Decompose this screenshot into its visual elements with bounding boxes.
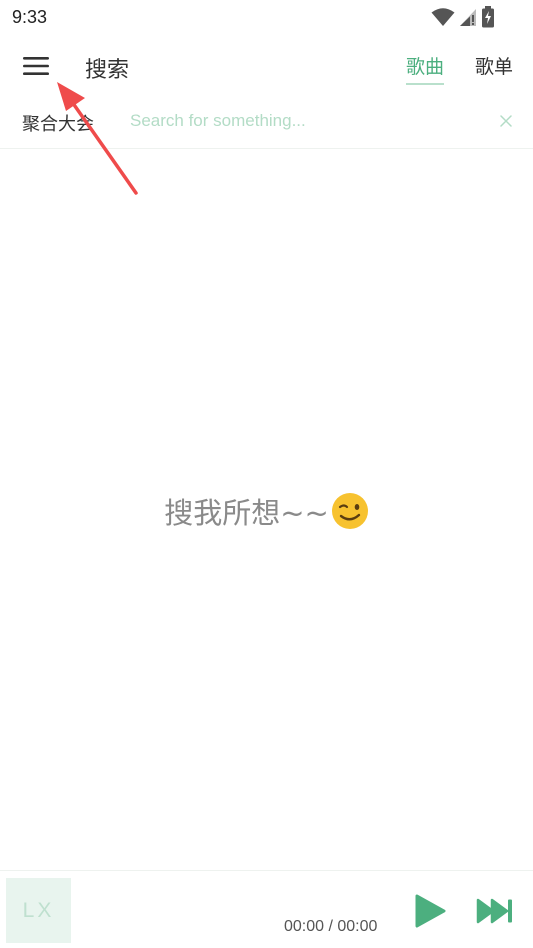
status-bar: 9:33 — [0, 0, 533, 36]
winking-face-icon — [331, 493, 368, 529]
hamburger-menu-icon — [23, 57, 49, 75]
page-title: 搜索 — [85, 58, 130, 83]
album-cover[interactable]: LX — [6, 878, 71, 943]
playback-time: 00:00 / 00:00 — [284, 918, 378, 935]
play-button[interactable] — [410, 891, 450, 931]
next-track-button[interactable] — [474, 895, 516, 927]
hamburger-menu-button[interactable] — [14, 46, 58, 86]
next-track-icon — [476, 898, 512, 924]
empty-message-text: 搜我所想~~ — [164, 496, 329, 530]
play-icon — [415, 894, 446, 928]
battery-icon — [482, 6, 494, 28]
source-selector[interactable]: 聚合大会 — [22, 110, 94, 136]
header: 搜索 歌曲 歌单 — [0, 40, 533, 92]
tab-songs[interactable]: 歌曲 — [406, 52, 445, 85]
wifi-icon — [431, 8, 455, 26]
status-time: 9:33 — [12, 7, 48, 27]
player-bar: LX 00:00 / 00:00 — [0, 870, 533, 948]
tab-playlists[interactable]: 歌单 — [475, 52, 513, 83]
empty-state: 搜我所想~~ — [0, 490, 533, 532]
signal-icon — [460, 9, 476, 26]
search-input[interactable] — [124, 106, 496, 136]
search-bar: 聚合大会 — [0, 96, 533, 149]
close-icon — [500, 115, 512, 127]
status-icons — [431, 6, 495, 28]
app-screen: 9:33 搜索 歌曲 歌单 聚合大会 Search for something.… — [0, 0, 533, 948]
clear-search-button[interactable] — [497, 112, 515, 130]
